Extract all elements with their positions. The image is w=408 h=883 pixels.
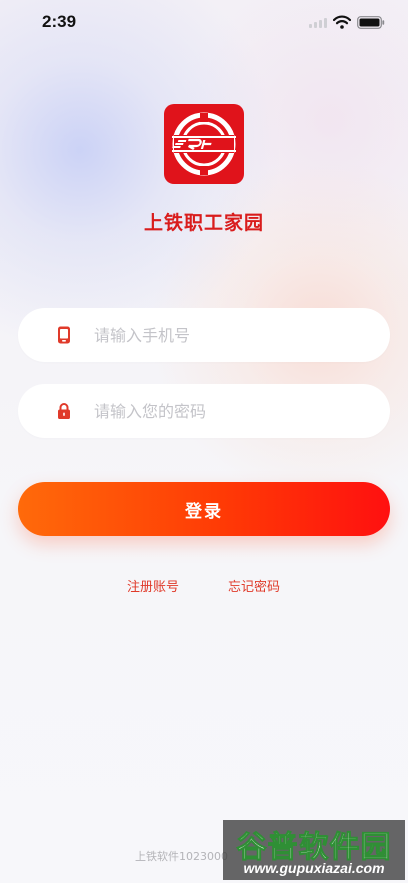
phone-field[interactable] xyxy=(18,308,390,362)
watermark: 谷普软件园 www.gupuxiazai.com xyxy=(223,820,405,880)
forgot-password-link[interactable]: 忘记密码 xyxy=(228,576,280,595)
watermark-url: www.gupuxiazai.com xyxy=(243,860,385,876)
signal-icon xyxy=(309,18,327,28)
battery-icon xyxy=(357,16,385,29)
lock-icon xyxy=(58,403,70,419)
status-time: 2:39 xyxy=(42,12,77,31)
phone-input[interactable] xyxy=(94,308,374,362)
register-link[interactable]: 注册账号 xyxy=(127,576,179,595)
password-field[interactable] xyxy=(18,384,390,438)
password-input[interactable] xyxy=(94,384,374,438)
sr-logo-icon xyxy=(164,104,244,184)
login-button[interactable]: 登录 xyxy=(18,482,390,536)
wifi-icon xyxy=(333,15,351,29)
footer-text: 上铁软件1023000 xyxy=(135,850,228,863)
phone-icon xyxy=(58,326,70,344)
status-bar: 2:39 xyxy=(0,0,408,44)
app-name: 上铁职工家园 xyxy=(143,212,264,234)
